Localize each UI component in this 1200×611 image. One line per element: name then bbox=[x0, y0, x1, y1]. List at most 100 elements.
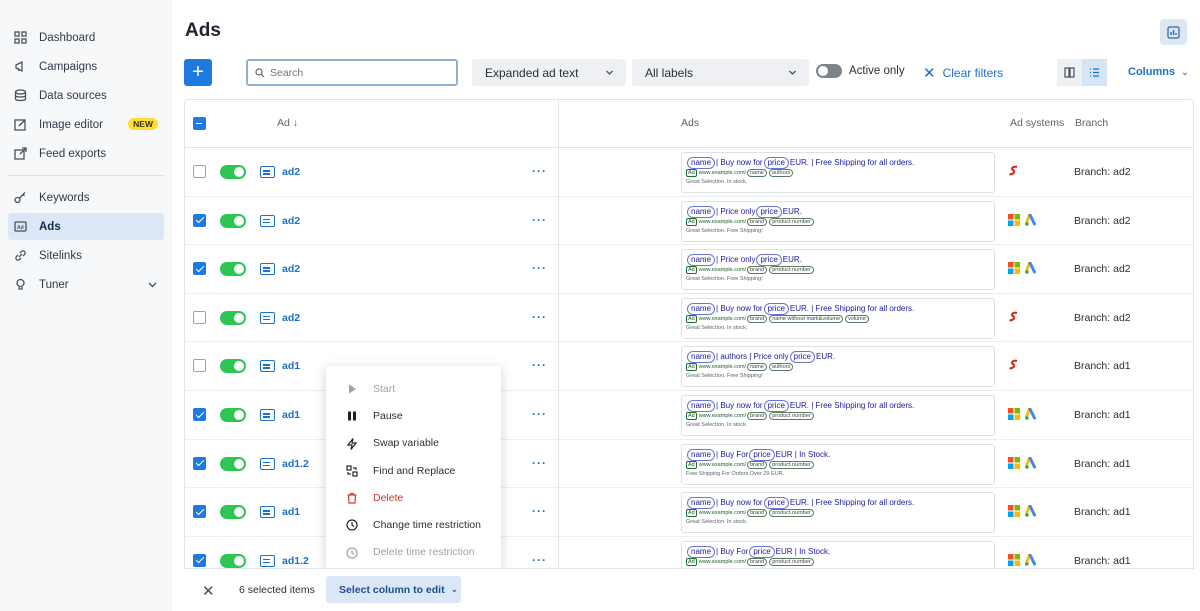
row-more-button[interactable]: ··· bbox=[532, 310, 547, 324]
menu-item-find-replace[interactable]: Find and Replace bbox=[326, 457, 501, 484]
columns-button[interactable]: Columns ⌄ bbox=[1128, 66, 1189, 78]
column-header-ad[interactable]: Ad ↓ bbox=[277, 117, 298, 129]
clear-filters-button[interactable]: ✕ Clear filters bbox=[923, 64, 1003, 82]
report-button[interactable] bbox=[1160, 19, 1187, 45]
list-view-button[interactable] bbox=[1082, 59, 1107, 86]
menu-item-delete[interactable]: Delete bbox=[326, 484, 501, 511]
database-icon bbox=[14, 89, 27, 102]
ad-name-link[interactable]: ad2 bbox=[282, 166, 300, 178]
table-row[interactable]: ad2 ··· name | Buy now for price EUR. | Fre… bbox=[185, 148, 1193, 197]
row-more-button[interactable]: ··· bbox=[532, 456, 547, 470]
ad-active-toggle[interactable] bbox=[220, 505, 246, 520]
search-placeholder: Search bbox=[270, 66, 304, 79]
selected-count: 6 selected items bbox=[239, 584, 315, 596]
branch-label: Branch: ad2 bbox=[1074, 263, 1131, 276]
ad-active-toggle[interactable] bbox=[220, 213, 246, 228]
sidebar-item-keywords[interactable]: Keywords bbox=[8, 184, 164, 211]
row-checkbox[interactable] bbox=[193, 408, 206, 421]
ad-preview-headline: name | Buy now for price EUR. | Free Shippi… bbox=[686, 156, 990, 169]
table-row[interactable]: ad2 ··· name | Price only price EUR. Ad www.… bbox=[185, 197, 1193, 246]
row-more-button[interactable]: ··· bbox=[532, 407, 547, 421]
ad-systems bbox=[1008, 262, 1038, 275]
ad-name-link[interactable]: ad1.2 bbox=[282, 458, 309, 470]
ad-active-toggle[interactable] bbox=[220, 553, 246, 568]
ad-preview: name | Buy For price EUR | In Stock. Ad www.… bbox=[681, 443, 995, 485]
close-icon[interactable]: ✕ bbox=[202, 582, 215, 600]
ad-preview-headline: name | authors | Price only price EUR. bbox=[686, 350, 990, 364]
ad-active-toggle[interactable] bbox=[220, 408, 246, 422]
menu-item-change-time-restriction[interactable]: Change time restriction bbox=[326, 511, 501, 538]
active-only-toggle[interactable]: Active only bbox=[816, 64, 905, 78]
ad-label: Ad bbox=[686, 266, 697, 275]
ad-active-toggle[interactable] bbox=[220, 310, 246, 325]
grid-view-button[interactable] bbox=[1057, 59, 1082, 86]
ad-name-link[interactable]: ad2 bbox=[282, 215, 300, 227]
ad-name-link[interactable]: ad1.2 bbox=[282, 555, 309, 567]
row-more-button[interactable]: ··· bbox=[532, 358, 547, 372]
menu-item-swap-variable[interactable]: Swap variable bbox=[326, 430, 501, 457]
microsoft-ads-icon bbox=[1008, 408, 1020, 420]
row-checkbox[interactable] bbox=[193, 456, 206, 470]
ad-label: Ad bbox=[686, 509, 697, 518]
ad-name-link[interactable]: ad2 bbox=[282, 263, 300, 275]
row-more-button[interactable]: ··· bbox=[532, 504, 547, 518]
row-more-button[interactable]: ··· bbox=[532, 553, 547, 567]
ad-label: Ad bbox=[686, 169, 697, 177]
search-input[interactable]: Search bbox=[246, 59, 458, 86]
select-all-checkbox[interactable] bbox=[193, 117, 206, 130]
row-checkbox[interactable] bbox=[193, 359, 206, 373]
sidebar-item-campaigns[interactable]: Campaigns bbox=[8, 53, 164, 80]
ad-name-link[interactable]: ad1 bbox=[282, 409, 300, 421]
menu-item-start[interactable]: Start bbox=[326, 375, 501, 402]
sidebar-item-label: Feed exports bbox=[39, 147, 107, 160]
menu-item-pause[interactable]: Pause bbox=[326, 402, 501, 429]
ad-name-link[interactable]: ad2 bbox=[282, 312, 300, 324]
ad-label: Ad bbox=[686, 412, 697, 420]
table-row[interactable]: ad2 ··· name | Buy now for price EUR. | Fre… bbox=[185, 294, 1193, 343]
megaphone-icon bbox=[15, 60, 23, 73]
url-param: name bbox=[747, 363, 767, 372]
ad-systems bbox=[1008, 213, 1038, 226]
ad-active-toggle[interactable] bbox=[220, 456, 246, 471]
labels-select[interactable]: All labels bbox=[632, 59, 809, 86]
sidebar-item-label: Ads bbox=[39, 220, 61, 233]
row-checkbox[interactable] bbox=[193, 505, 206, 519]
sidebar-item-sitelinks[interactable]: Sitelinks bbox=[8, 242, 164, 269]
add-ad-button[interactable]: + bbox=[184, 59, 212, 86]
menu-item-delete-time-restriction[interactable]: Delete time restriction bbox=[326, 539, 501, 566]
table-row[interactable]: ad2 ··· name | Price only price EUR. Ad www.… bbox=[185, 245, 1193, 294]
row-checkbox[interactable] bbox=[193, 262, 206, 276]
labels-value: All labels bbox=[645, 65, 694, 80]
sklik-icon bbox=[1009, 360, 1018, 370]
row-checkbox[interactable] bbox=[193, 310, 206, 324]
sidebar-item-ads[interactable]: Ad Ads bbox=[8, 213, 164, 240]
ad-type-icon bbox=[260, 360, 275, 373]
ad-active-toggle[interactable] bbox=[220, 262, 246, 277]
chevron-down-icon[interactable] bbox=[147, 279, 158, 290]
microsoft-ads-icon bbox=[1008, 553, 1020, 566]
sidebar-item-dashboard[interactable]: Dashboard bbox=[8, 24, 164, 51]
sidebar-item-feed-exports[interactable]: Feed exports bbox=[8, 140, 164, 167]
sidebar-item-image-editor[interactable]: Image editor NEW bbox=[8, 111, 164, 138]
ad-active-toggle[interactable] bbox=[220, 359, 246, 374]
bulk-action-bar: ✕ 6 selected items Select column to edit… bbox=[184, 568, 1194, 611]
toggle-switch[interactable] bbox=[816, 64, 842, 78]
ad-preview-url: Ad www.example.com/brand product number bbox=[686, 217, 990, 227]
row-more-button[interactable]: ··· bbox=[532, 164, 547, 178]
ad-name-link[interactable]: ad1 bbox=[282, 360, 300, 372]
ad-name-link[interactable]: ad1 bbox=[282, 506, 300, 518]
ad-active-toggle[interactable] bbox=[220, 165, 246, 179]
ad-preview-headline: name | Buy now for price EUR. | Free Shippi… bbox=[686, 302, 990, 315]
row-more-button[interactable]: ··· bbox=[532, 213, 547, 227]
row-checkbox[interactable] bbox=[193, 213, 206, 227]
sidebar-item-tuner[interactable]: Tuner bbox=[8, 271, 164, 298]
branch-label: Branch: ad2 bbox=[1074, 166, 1131, 178]
ad-preview-headline: name | Buy now for price EUR. | Free Shippi… bbox=[686, 496, 990, 510]
row-more-button[interactable]: ··· bbox=[532, 261, 547, 275]
ad-type-select[interactable]: Expanded ad text bbox=[472, 59, 626, 86]
row-checkbox[interactable] bbox=[193, 165, 206, 178]
select-column-button[interactable]: Select column to edit ⌄ bbox=[326, 576, 461, 603]
row-checkbox[interactable] bbox=[193, 553, 206, 567]
sidebar-item-label: Dashboard bbox=[39, 31, 96, 44]
sidebar-item-data-sources[interactable]: Data sources bbox=[8, 82, 164, 109]
